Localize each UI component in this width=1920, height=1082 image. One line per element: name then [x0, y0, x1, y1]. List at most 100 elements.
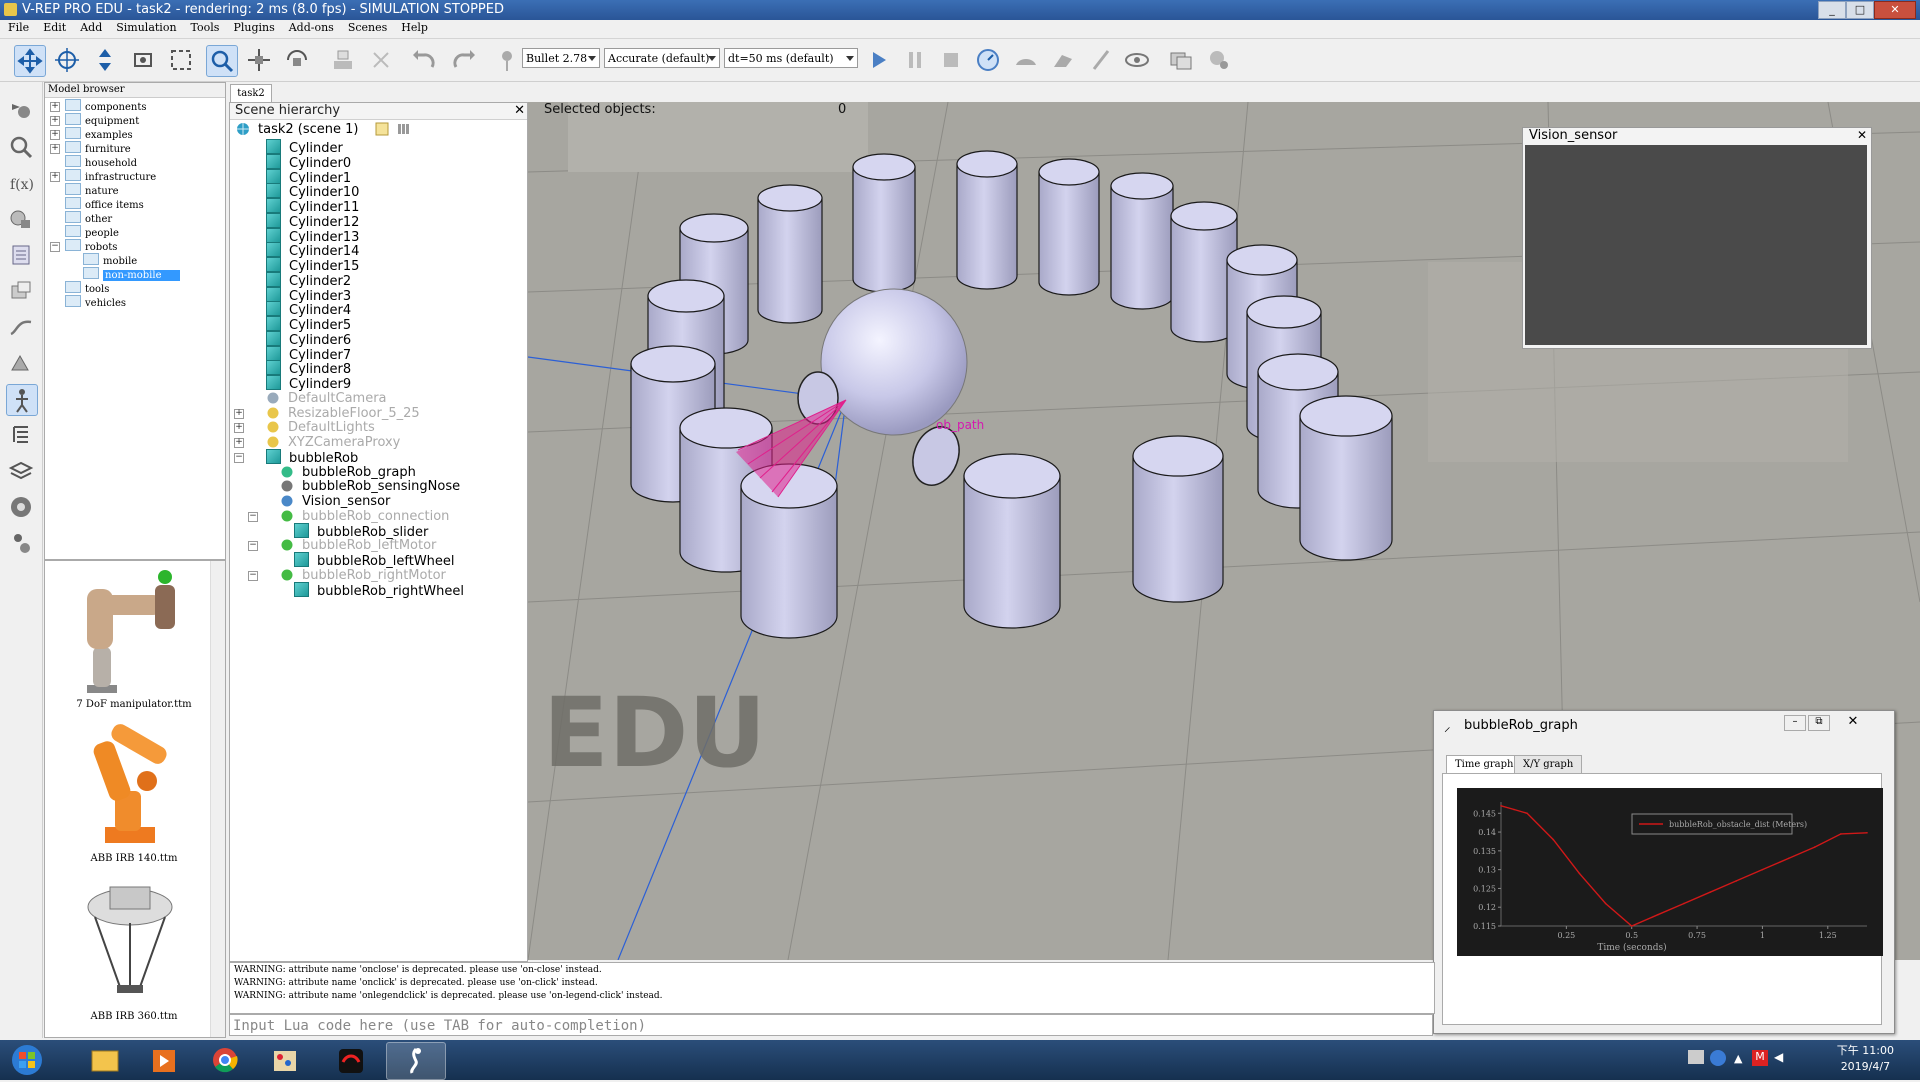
properties-icon[interactable] [6, 240, 36, 270]
close-icon[interactable]: ✕ [1857, 128, 1867, 142]
lua-command-input[interactable]: Input Lua code here (use TAB for auto-co… [229, 1014, 1433, 1036]
expand-toggle-icon[interactable]: + [234, 408, 244, 419]
thread-rendering-icon[interactable] [1086, 45, 1116, 75]
timestep-select[interactable]: dt=50 ms (default) [724, 48, 858, 68]
menu-help[interactable]: Help [393, 20, 434, 34]
camera-angle-icon[interactable] [128, 45, 158, 75]
tab-time-graph[interactable]: Time graph [1446, 755, 1523, 775]
vrep-taskbar-icon[interactable] [386, 1042, 446, 1080]
model-folder-item[interactable]: robots [65, 239, 117, 253]
fit-to-view-icon[interactable] [166, 45, 196, 75]
assemble-icon[interactable] [328, 45, 358, 75]
menu-tools[interactable]: Tools [183, 20, 226, 34]
model-browser-toggle-icon[interactable] [6, 384, 38, 416]
menu-file[interactable]: File [0, 20, 35, 34]
redo-icon[interactable] [448, 45, 478, 75]
object-rotate-icon[interactable] [282, 45, 312, 75]
slow-down-icon[interactable] [1011, 45, 1041, 75]
model-folder-item[interactable]: examples [65, 127, 133, 141]
camera-rotate-icon[interactable] [52, 45, 82, 75]
calculation-modules-icon[interactable] [6, 276, 36, 306]
expand-toggle-icon[interactable]: + [50, 116, 60, 126]
model-folder-item[interactable]: mobile [83, 253, 137, 267]
scene-root[interactable]: task2 (scene 1) [236, 121, 419, 139]
physics-engine-select[interactable]: Bullet 2.78 [522, 48, 600, 68]
menu-simulation[interactable]: Simulation [108, 20, 182, 34]
model-folder-item[interactable]: people [65, 225, 119, 239]
model-folder-item[interactable]: household [65, 155, 137, 169]
expand-toggle-icon[interactable]: + [50, 172, 60, 182]
expand-toggle-icon[interactable]: + [234, 438, 244, 448]
layers-icon[interactable] [6, 456, 36, 486]
help-icon[interactable] [1710, 1050, 1726, 1066]
minimize-button[interactable]: – [1784, 715, 1806, 731]
camera-shift-icon[interactable] [90, 45, 120, 75]
stop-icon[interactable] [936, 45, 966, 75]
hierarchy-item[interactable]: bubbleRob_rightWheel [294, 581, 464, 600]
script-icon[interactable]: f(x) [6, 168, 36, 198]
dynamics-icon[interactable] [492, 45, 522, 75]
start-button[interactable] [2, 1042, 52, 1078]
expand-toggle-icon[interactable]: − [248, 541, 258, 552]
video-recorder-icon[interactable] [6, 492, 36, 522]
taskbar-clock[interactable]: 下午 11:00 2019/4/7 [1837, 1043, 1894, 1075]
menu-add[interactable]: Add [72, 20, 108, 34]
graph-window[interactable]: ⸝ bubbleRob_graph – ⧉ ✕ Time graph X/Y g… [1433, 710, 1895, 1034]
thumbnails-scrollbar[interactable] [210, 561, 225, 1037]
close-window-button[interactable]: ✕ [1874, 1, 1916, 19]
close-icon[interactable]: ✕ [1838, 714, 1868, 730]
expand-toggle-icon[interactable]: − [248, 511, 258, 522]
expand-toggle-icon[interactable]: + [50, 144, 60, 154]
visualization-toggle-icon[interactable] [1122, 45, 1152, 75]
vision-sensor-window[interactable]: Vision_sensor ✕ [1522, 127, 1872, 349]
expand-toggle-icon[interactable]: + [50, 130, 60, 140]
scene-tab[interactable]: task2 [230, 84, 272, 103]
explorer-taskbar-icon[interactable] [76, 1042, 134, 1078]
menu-plugins[interactable]: Plugins [225, 20, 280, 34]
model-folder-item[interactable]: components [65, 99, 146, 113]
click-select-icon[interactable] [206, 45, 238, 77]
restore-button[interactable]: ⧉ [1808, 715, 1830, 731]
model-folder-item[interactable]: office items [65, 197, 144, 211]
simulation-settings-icon[interactable] [6, 94, 36, 124]
game-app-taskbar-icon[interactable] [322, 1042, 380, 1078]
page-selector-icon[interactable] [1204, 45, 1234, 75]
chevron-up-icon[interactable]: ▲ [1734, 1052, 1742, 1065]
model-thumbnail-abb-irb-360[interactable] [65, 877, 195, 1007]
model-thumbnail-abb-irb-140[interactable] [65, 721, 195, 851]
expand-toggle-icon[interactable]: + [234, 423, 244, 434]
scene-hierarchy-toggle-icon[interactable] [6, 420, 36, 450]
model-folder-item[interactable]: furniture [65, 141, 131, 155]
expand-toggle-icon[interactable]: − [50, 242, 60, 252]
expand-toggle-icon[interactable]: − [248, 570, 258, 581]
scene-selector-icon[interactable] [1166, 45, 1196, 75]
model-folder-item[interactable]: nature [65, 183, 119, 197]
user-settings-icon[interactable] [6, 528, 36, 558]
pause-icon[interactable] [900, 45, 930, 75]
expand-toggle-icon[interactable]: + [50, 102, 60, 112]
minimize-button[interactable]: _ [1818, 1, 1846, 19]
model-folder-item[interactable]: tools [65, 281, 109, 295]
close-icon[interactable]: ✕ [514, 103, 525, 118]
menu-edit[interactable]: Edit [35, 20, 72, 34]
speed-up-icon[interactable] [1048, 45, 1078, 75]
model-folder-item[interactable]: equipment [65, 113, 139, 127]
tab-xy-graph[interactable]: X/Y graph [1514, 755, 1583, 775]
model-folder-item[interactable]: infrastructure [65, 169, 156, 183]
model-folder-item[interactable]: other [65, 211, 112, 225]
object-shift-icon[interactable] [244, 45, 274, 75]
keyboard-icon[interactable] [1688, 1050, 1704, 1064]
model-folder-item[interactable]: vehicles [65, 295, 126, 309]
transfer-dna-icon[interactable] [366, 45, 396, 75]
paint-taskbar-icon[interactable] [256, 1042, 314, 1078]
undo-icon[interactable] [410, 45, 440, 75]
chrome-taskbar-icon[interactable] [196, 1042, 254, 1078]
magnifier-icon[interactable] [6, 132, 36, 162]
media-player-taskbar-icon[interactable] [136, 1042, 194, 1078]
play-icon[interactable] [863, 45, 893, 75]
antivirus-icon[interactable]: M [1752, 1050, 1768, 1066]
maximize-button[interactable]: □ [1846, 1, 1874, 19]
camera-pan-icon[interactable] [14, 45, 46, 77]
path-edit-icon[interactable] [6, 312, 36, 342]
volume-icon[interactable]: ◀ [1774, 1050, 1790, 1066]
